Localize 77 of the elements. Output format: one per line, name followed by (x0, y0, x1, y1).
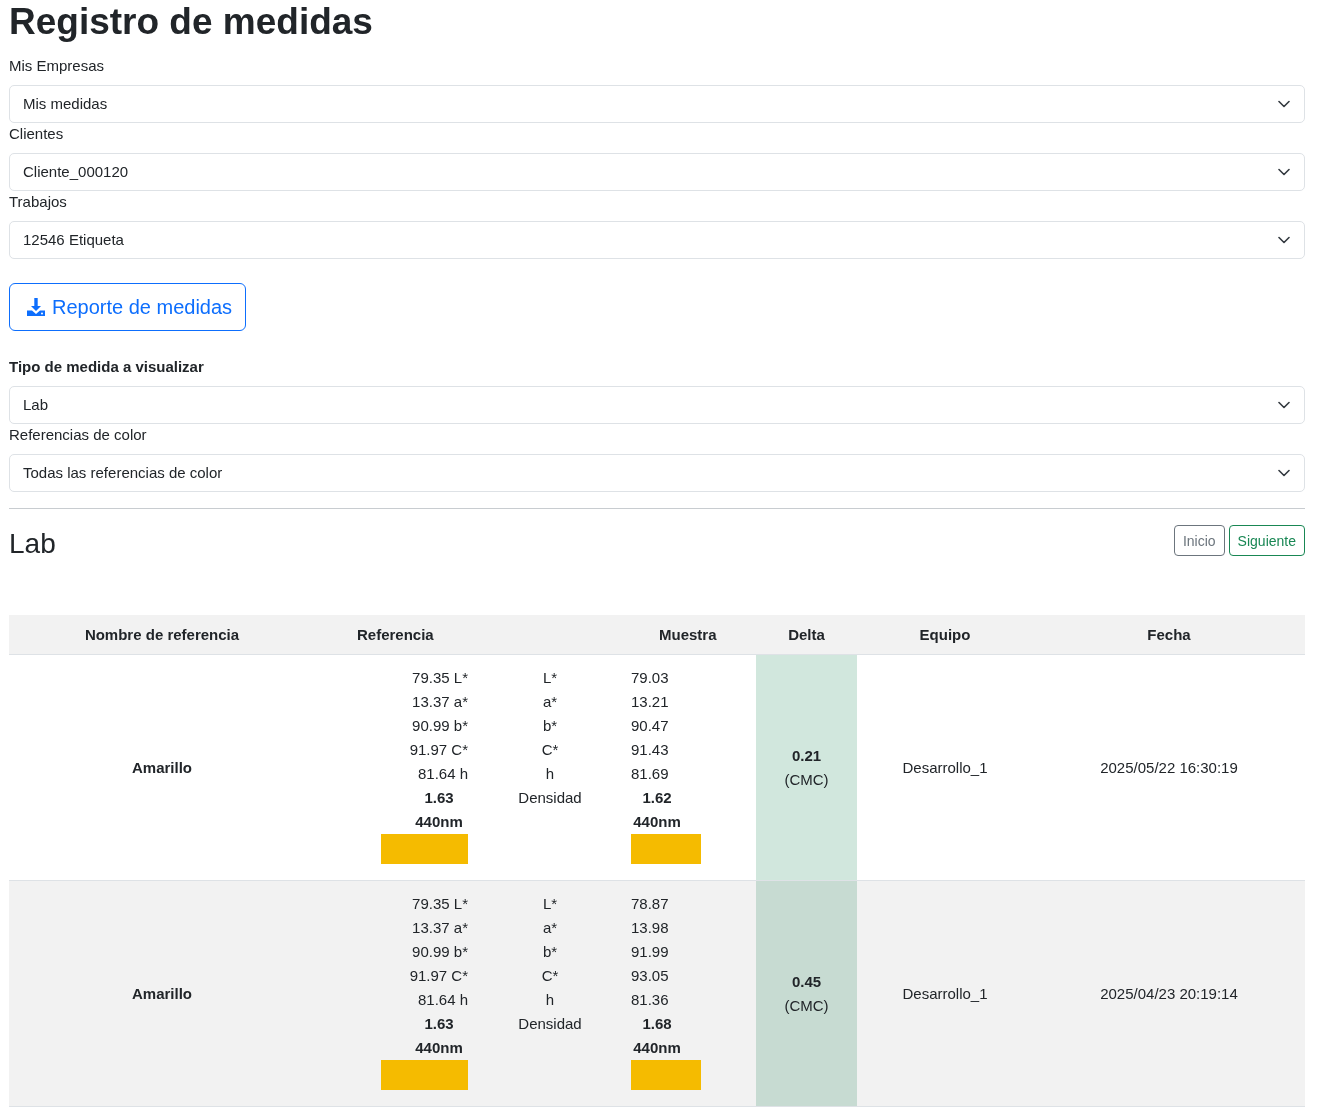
reference-value: 13.37 a* (411, 918, 468, 938)
delta-method: (CMC) (784, 769, 829, 790)
reference-wavelength: 440nm (414, 1038, 464, 1058)
sample-value: 13.21 (631, 692, 670, 712)
sample-value: 13.98 (631, 918, 670, 938)
measure-label: b* (541, 716, 559, 736)
field-label: Tipo de medida a visualizar (9, 357, 205, 377)
sample-value: 81.36 (631, 990, 670, 1010)
column-header: Muestra (658, 626, 718, 643)
measure-label: b* (541, 942, 559, 962)
sample-density: 1.62 (641, 788, 673, 808)
section-title: Lab (9, 527, 56, 561)
delta-method: (CMC) (784, 995, 829, 1016)
column-header: Fecha (1146, 626, 1192, 643)
sample-wavelength: 440nm (632, 1038, 682, 1058)
sample-value: 93.05 (631, 966, 670, 986)
reference-density: 1.63 (423, 788, 455, 808)
reference-value: 79.35 L* (411, 894, 468, 914)
reference-density: 1.63 (423, 1014, 455, 1034)
measure-label: a* (541, 918, 559, 938)
reference-name: Amarillo (132, 985, 192, 1002)
first-page-button[interactable]: Inicio (1173, 525, 1225, 556)
measure-label: Densidad (517, 1014, 583, 1034)
sample-value: 78.87 (631, 894, 670, 914)
field-label: Mis Empresas (9, 56, 106, 76)
reference-name: Amarillo (132, 759, 192, 776)
sample-value: 81.69 (631, 764, 670, 784)
device-name: Desarrollo_1 (902, 985, 988, 1002)
measurement-date: 2025/04/23 20:19:14 (1100, 985, 1238, 1002)
delta-value: 0.45 (791, 971, 822, 992)
measure-label: C* (540, 966, 560, 986)
reference-value: 91.97 C* (408, 966, 468, 986)
reference-value: 81.64 h (416, 990, 468, 1010)
chevron-down-icon (1278, 168, 1290, 176)
measure-label: Densidad (517, 788, 583, 808)
sample-value: 91.43 (631, 740, 670, 760)
delta-value: 0.21 (791, 745, 822, 766)
measurement-date: 2025/05/22 16:30:19 (1100, 759, 1238, 776)
dropdown-field[interactable]: Mis medidas (9, 85, 1305, 123)
field-label: Trabajos (9, 192, 68, 212)
measure-label: h (544, 764, 556, 784)
reference-value: 81.64 h (416, 764, 468, 784)
sample-density: 1.68 (641, 1014, 673, 1034)
dropdown-field[interactable]: Cliente_000120 (9, 153, 1305, 191)
field-label: Clientes (9, 124, 65, 144)
measure-label: h (544, 990, 556, 1010)
sample-wavelength: 440nm (632, 812, 682, 832)
chevron-down-icon (1278, 401, 1290, 409)
reference-value: 90.99 b* (411, 716, 468, 736)
chevron-down-icon (1278, 469, 1290, 477)
reference-value: 13.37 a* (411, 692, 468, 712)
reference-value: 91.97 C* (408, 740, 468, 760)
chevron-down-icon (1278, 236, 1290, 244)
measure-label: L* (541, 668, 559, 688)
next-page-button[interactable]: Siguiente (1228, 525, 1305, 556)
column-header: Delta (787, 626, 826, 643)
device-name: Desarrollo_1 (902, 759, 988, 776)
dropdown-field[interactable]: 12546 Etiqueta (9, 221, 1305, 259)
measure-label: L* (541, 894, 559, 914)
sample-value: 91.99 (631, 942, 670, 962)
chevron-down-icon (1278, 100, 1290, 108)
field-label: Referencias de color (9, 425, 148, 445)
column-header: Referencia (356, 626, 435, 643)
sample-value: 90.47 (631, 716, 670, 736)
dropdown-field[interactable]: Todas las referencias de color (9, 454, 1305, 492)
column-header: Nombre de referencia (83, 626, 241, 643)
reference-value: 79.35 L* (411, 668, 468, 688)
reference-wavelength: 440nm (414, 812, 464, 832)
measure-label: C* (540, 740, 560, 760)
column-header: Equipo (918, 626, 972, 643)
page-title: Registro de medidas (9, 0, 374, 44)
reference-value: 90.99 b* (411, 942, 468, 962)
report-button[interactable]: Reporte de medidas (9, 283, 246, 331)
dropdown-field[interactable]: Lab (9, 386, 1305, 424)
measure-label: a* (541, 692, 559, 712)
sample-value: 79.03 (631, 668, 670, 688)
download-icon (26, 297, 46, 317)
